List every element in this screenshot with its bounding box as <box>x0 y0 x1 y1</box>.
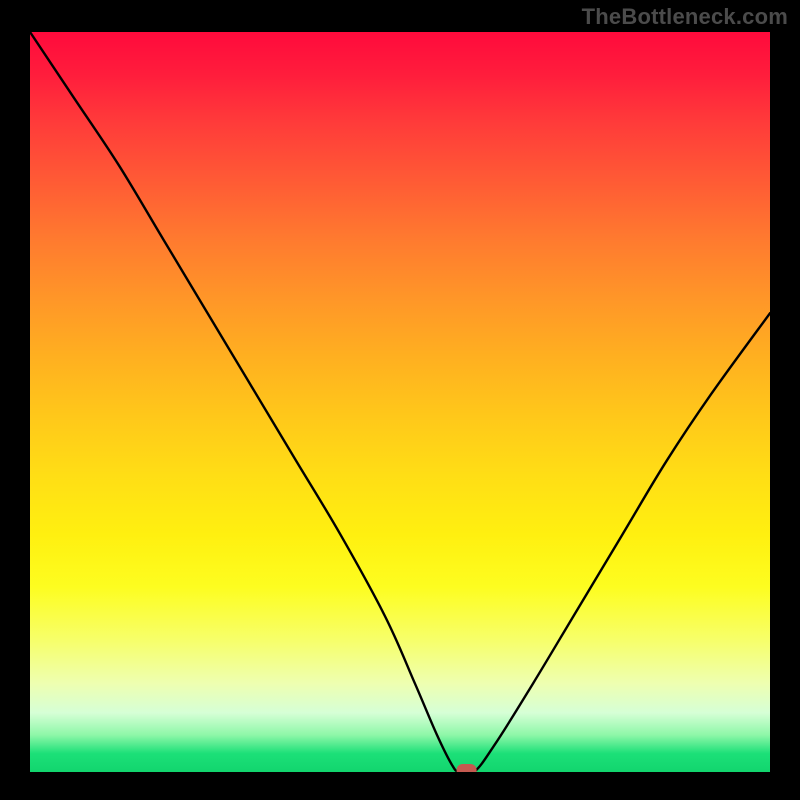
plot-area <box>30 32 770 772</box>
curve-layer <box>30 32 770 772</box>
optimum-marker <box>457 764 477 772</box>
chart-root: TheBottleneck.com <box>0 0 800 800</box>
bottleneck-curve <box>30 32 770 772</box>
watermark-text: TheBottleneck.com <box>582 4 788 30</box>
